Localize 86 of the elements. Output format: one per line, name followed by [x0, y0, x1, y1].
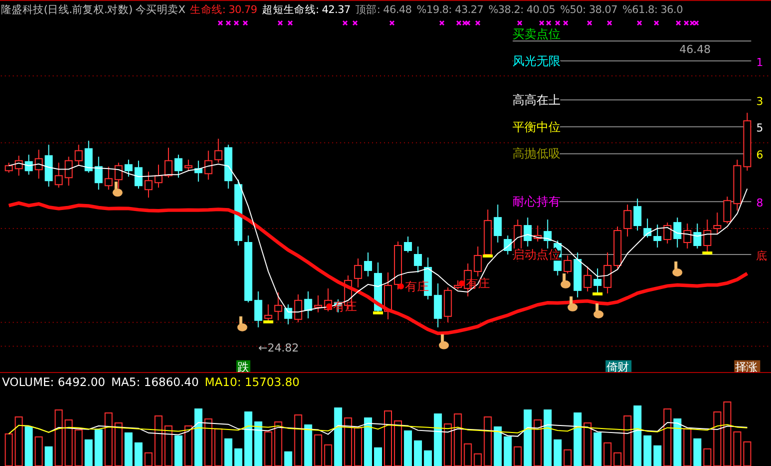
pointing-hand-icon [568, 296, 578, 312]
chart-title: 隆盛科技(日线.前复权.对数) 今买明卖X [1, 2, 186, 17]
fibonacci-reading: %19.8: 43.27 [416, 4, 484, 16]
candlestick [504, 235, 512, 255]
candlestick [194, 160, 202, 182]
level-label: 风光无限 [512, 54, 561, 68]
candlestick [673, 217, 682, 248]
candlestick [94, 156, 103, 190]
candlestick [444, 286, 452, 323]
candlestick [614, 226, 622, 269]
candlestick [14, 155, 23, 176]
level-tag: 1 [756, 56, 764, 69]
candlestick [723, 196, 732, 224]
level-tag: 3 [756, 94, 764, 108]
candlestick [643, 218, 652, 238]
level-label: 高高在上 [512, 92, 561, 107]
candlestick [683, 223, 692, 249]
candlestick [184, 159, 192, 172]
level-tag: 5 [756, 122, 764, 135]
pointing-hand-icon [438, 334, 449, 350]
candlestick [574, 252, 582, 298]
candlestick [394, 240, 402, 290]
candlestick [64, 156, 73, 186]
indicator-reading: 生命线: 30.79 [190, 2, 258, 17]
candlestick [564, 254, 572, 274]
candlestick [544, 219, 552, 249]
volume-reading: VOLUME: 6492.00 [2, 375, 106, 390]
candlestick [494, 204, 502, 243]
candlestick [354, 258, 362, 288]
moving-average-reading: MA10: 15703.80 [204, 375, 300, 390]
level-tag: 底 [756, 249, 768, 262]
top-price-reading: 顶部: 46.48 [355, 2, 412, 17]
candlestick [174, 154, 182, 178]
candlestick [34, 149, 43, 180]
pointing-hand-icon [594, 303, 604, 318]
candlestick [84, 140, 93, 174]
candlestick [584, 266, 592, 292]
candlestick [244, 235, 252, 303]
candlestick [4, 162, 13, 174]
candlestick [414, 246, 422, 273]
candlestick [214, 138, 222, 164]
candlestick [314, 294, 322, 313]
candlestick [434, 282, 442, 328]
candlestick [304, 290, 312, 319]
candlestick [524, 217, 532, 247]
candlestick [204, 150, 212, 180]
candlestick [144, 171, 152, 198]
candlestick [104, 166, 113, 190]
indicator-reading: 超短生命线: 42.37 [262, 2, 350, 17]
candlestick [294, 294, 302, 323]
candlestick [24, 154, 33, 176]
candlestick [284, 304, 292, 325]
moving-average-reading: MA5: 16860.40 [111, 375, 199, 390]
candlestick [653, 224, 662, 248]
candlestick [623, 204, 632, 237]
candlestick [234, 179, 242, 246]
level-label: 买卖点位 [512, 26, 561, 41]
level-tag: 8 [756, 196, 764, 210]
candlestick [404, 236, 412, 253]
candlestick [154, 164, 162, 188]
candlestick [663, 222, 672, 244]
candlestick [114, 162, 123, 190]
candlestick [534, 225, 542, 242]
candlestick [733, 159, 742, 212]
fibonacci-reading: %38.2: 40.05 [488, 4, 556, 16]
level-tag: 6 [756, 148, 764, 162]
candlestick [693, 223, 702, 249]
fibonacci-reading: %61.8: 36.0 [622, 4, 683, 16]
candlestick [164, 147, 172, 178]
candlestick [633, 198, 642, 231]
pointing-hand-icon [560, 273, 571, 288]
pointing-hand-icon [672, 261, 682, 276]
price-label: 46.48 [679, 42, 711, 56]
candlestick [54, 162, 63, 188]
candlestick [74, 144, 83, 166]
level-label: 平衡中位 [512, 120, 561, 134]
low-price-label: ←24.82 [258, 341, 299, 354]
candlestick [44, 144, 53, 188]
candlestick [224, 144, 232, 190]
candlestick [743, 112, 752, 172]
level-label: 耐心持有 [512, 194, 561, 209]
candlestick [124, 159, 133, 178]
pointing-hand-icon [237, 316, 248, 332]
candlestick [134, 160, 143, 190]
pointing-hand-icon [112, 182, 123, 197]
fibonacci-reading: %50: 38.07 [560, 4, 618, 16]
